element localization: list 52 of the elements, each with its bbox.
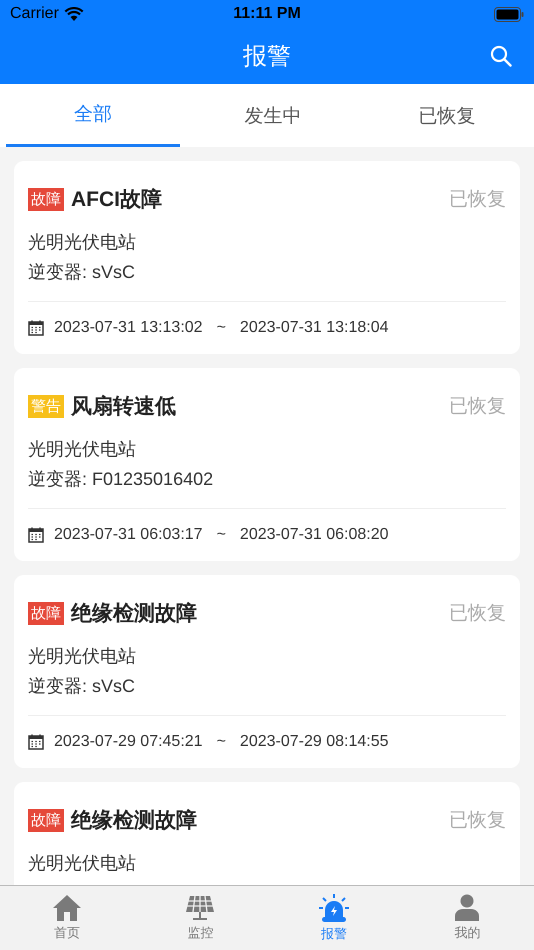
severity-tag: 故障	[28, 188, 64, 210]
start-time: 2023-07-29 07:45:21	[54, 733, 203, 751]
inverter-label: 逆变器: F01235016402	[28, 468, 214, 491]
alarm-title: 绝缘检测故障	[71, 808, 198, 834]
severity-tag: 故障	[28, 602, 64, 624]
calendar-icon	[28, 527, 44, 543]
inverter-label: 逆变器: sVsC	[28, 261, 136, 284]
alarm-title: 风扇转速低	[71, 394, 177, 420]
calendar-icon	[28, 734, 44, 750]
filter-tab[interactable]: 全部	[6, 84, 180, 147]
inverter-label: 逆变器: sVsC	[28, 675, 136, 698]
tab-bar-item[interactable]: 我的	[400, 886, 534, 950]
station-name: 光明光伏电站	[28, 438, 136, 461]
alarm-card[interactable]: 故障 AFCI故障 已恢复 光明光伏电站 逆变器: sVsC 2023-07-31 13:13:02 ~ 2023-07-31 13:18:04	[14, 161, 520, 354]
end-time: 2023-07-31 06:08:20	[240, 526, 388, 544]
start-time: 2023-07-31 13:13:02	[54, 319, 203, 337]
calendar-icon	[28, 320, 44, 336]
filter-tab[interactable]: 发生中	[186, 84, 360, 147]
solar-panel-icon	[185, 894, 216, 922]
filter-tab[interactable]: 已恢复	[360, 84, 534, 147]
range-separator: ~	[216, 526, 226, 544]
alarm-status: 已恢复	[449, 602, 506, 626]
tab-bar-item[interactable]: 监控	[134, 886, 267, 950]
alarm-card[interactable]: 故障 绝缘检测故障 已恢复 光明光伏电站 逆变器: sVsC 2023-07-29 07:45:21 ~ 2023-07-29 08:14:55	[14, 575, 520, 768]
tab-bar-item[interactable]: 报警	[267, 886, 400, 950]
alarm-light-icon	[318, 893, 350, 923]
page-title: 报警	[243, 42, 291, 72]
alarm-card[interactable]: 故障 绝缘检测故障 已恢复 光明光伏电站	[14, 782, 520, 885]
person-icon	[454, 894, 480, 922]
end-time: 2023-07-29 08:14:55	[240, 733, 388, 751]
home-icon	[52, 894, 82, 922]
range-separator: ~	[216, 733, 226, 751]
station-name: 光明光伏电站	[28, 852, 136, 875]
alarm-card[interactable]: 警告 风扇转速低 已恢复 光明光伏电站 逆变器: F01235016402 2023-07-31 06:03:17 ~ 2023-07-31 06:08:20	[14, 368, 520, 561]
severity-tag: 故障	[28, 808, 64, 832]
battery-icon	[494, 6, 524, 22]
search-icon[interactable]	[490, 45, 512, 67]
range-separator: ~	[216, 319, 226, 337]
alarm-title: AFCI故障	[71, 186, 163, 213]
alarm-status: 已恢复	[449, 809, 506, 833]
station-name: 光明光伏电站	[28, 231, 136, 254]
alarm-title: 绝缘检测故障	[71, 600, 198, 627]
end-time: 2023-07-31 13:18:04	[240, 319, 388, 337]
station-name: 光明光伏电站	[28, 645, 136, 668]
wifi-icon	[64, 6, 84, 22]
status-time: 11:11 PM	[233, 5, 301, 23]
severity-tag: 警告	[28, 394, 64, 418]
tab-bar-item[interactable]: 首页	[0, 886, 134, 950]
alarm-status: 已恢复	[449, 188, 506, 212]
start-time: 2023-07-31 06:03:17	[54, 526, 203, 544]
alarm-status: 已恢复	[449, 395, 506, 419]
carrier-name: Carrier	[10, 5, 59, 23]
